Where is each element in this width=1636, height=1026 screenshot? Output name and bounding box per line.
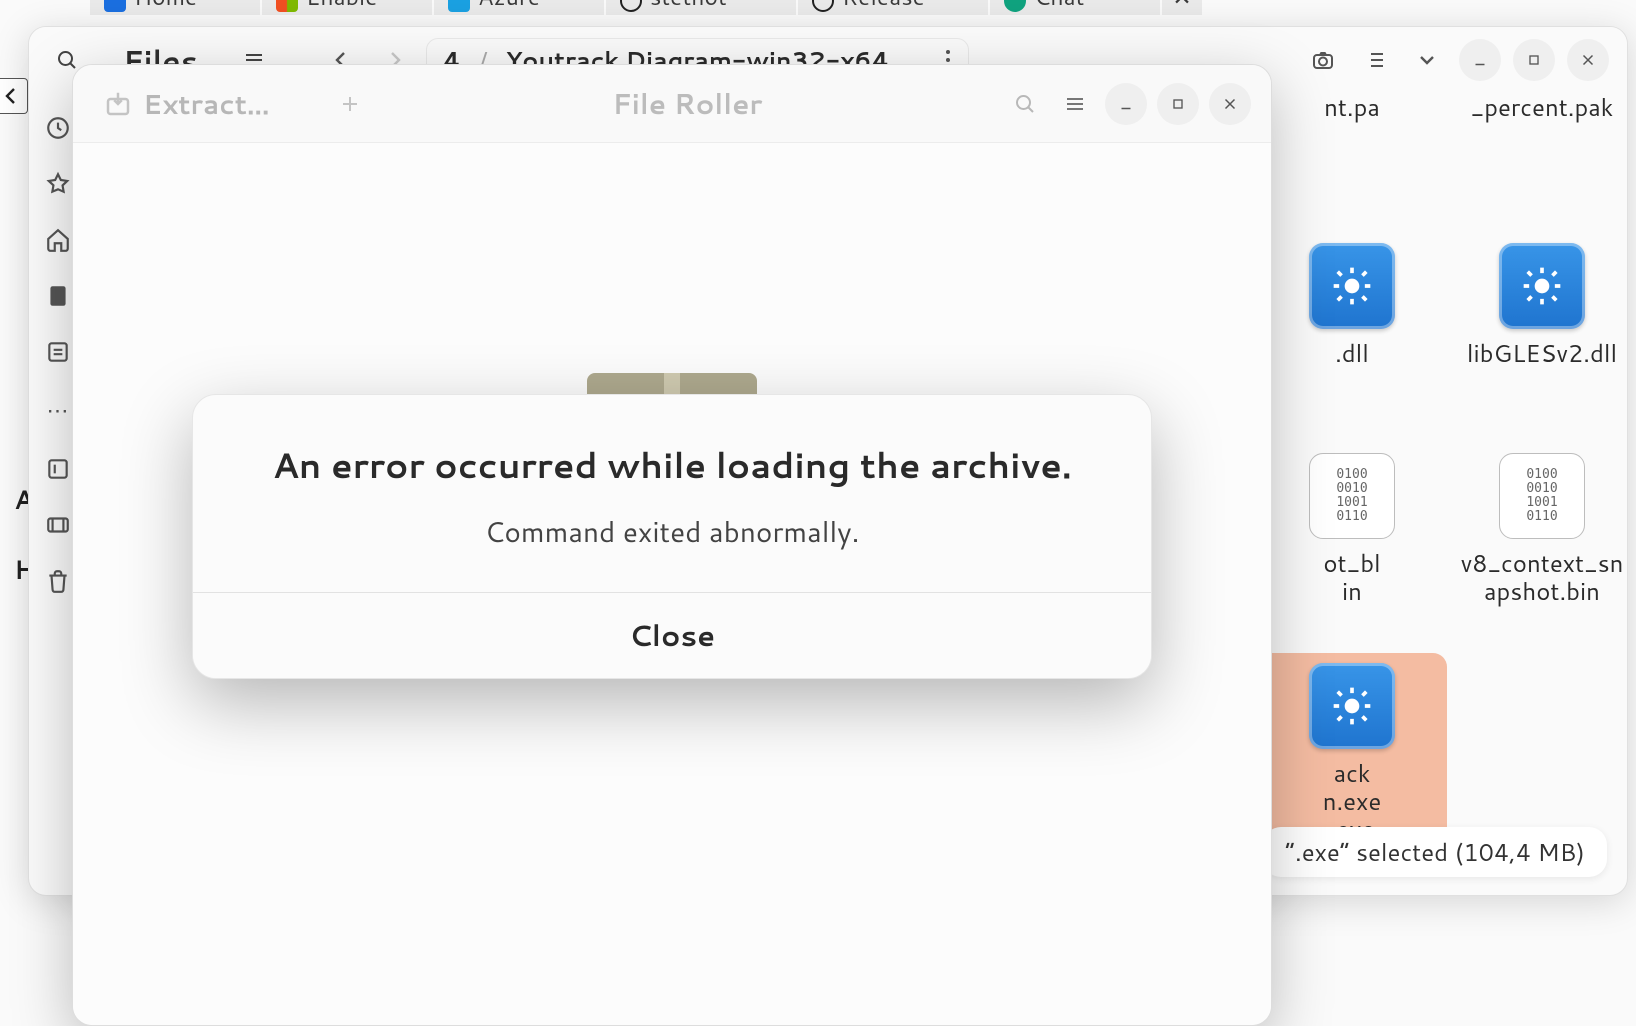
minimize-button[interactable] [1459, 39, 1501, 81]
back-nav-icon[interactable] [0, 78, 28, 114]
tab-label: Enable [306, 0, 378, 13]
tab-label: Release [842, 0, 925, 13]
gear-file-icon [1309, 243, 1395, 329]
file-item[interactable]: 0100 0010 1001 0110 v8_context_snapshot.… [1457, 453, 1627, 605]
file-item[interactable]: libGLESv2.dll [1457, 243, 1627, 367]
list-view-icon[interactable] [1355, 40, 1395, 80]
music-icon[interactable] [45, 456, 71, 482]
browser-tab[interactable]: stetnot [606, 0, 796, 15]
file-label: ot_bl in [1267, 549, 1437, 605]
tab-label: stetnot [650, 0, 727, 13]
recent-icon[interactable] [45, 115, 71, 141]
browser-tab[interactable]: Home · [90, 0, 260, 15]
chevron-down-icon[interactable] [1407, 40, 1447, 80]
file-item[interactable]: _percent.pak [1457, 93, 1627, 121]
binary-file-icon: 0100 0010 1001 0110 [1499, 453, 1585, 539]
ellipsis-icon[interactable]: ⋯ [47, 395, 69, 426]
tab-label: Chat [1034, 0, 1084, 13]
gear-file-icon [1499, 243, 1585, 329]
binary-file-icon: 0100 0010 1001 0110 [1309, 453, 1395, 539]
tab-close-icon[interactable]: ✕ [1162, 0, 1202, 15]
dialog-title: An error occurred while loading the arch… [233, 441, 1111, 490]
file-label: .dll [1267, 339, 1437, 367]
browser-tabstrip: Home · Enable Azure stetnot Release Chat… [0, 0, 1636, 15]
dialog-overlay: An error occurred while loading the arch… [72, 64, 1272, 1026]
documents-icon[interactable] [45, 283, 71, 309]
browser-tab[interactable]: Enable [262, 0, 432, 15]
browser-tab[interactable]: Chat [990, 0, 1160, 15]
tab-label: Home · [134, 0, 210, 13]
file-item[interactable]: .dll [1267, 243, 1437, 367]
home-icon[interactable] [45, 227, 71, 253]
file-label: _percent.pak [1457, 93, 1627, 121]
browser-tab[interactable]: Release [798, 0, 988, 15]
file-item[interactable]: 0100 0010 1001 0110 ot_bl in [1267, 453, 1437, 605]
file-item[interactable]: nt.pa [1267, 93, 1437, 121]
camera-icon[interactable] [1303, 40, 1343, 80]
selection-status: “.exe” selected (104,4 MB) [1263, 827, 1607, 877]
file-label: nt.pa [1267, 93, 1437, 121]
file-label: libGLESv2.dll [1457, 339, 1627, 367]
dialog-close-button[interactable]: Close [193, 593, 1151, 678]
error-dialog: An error occurred while loading the arch… [192, 394, 1152, 679]
downloads-icon[interactable] [45, 339, 71, 365]
trash-icon[interactable] [45, 568, 71, 594]
dialog-message: Command exited abnormally. [233, 512, 1111, 552]
gear-file-icon [1309, 663, 1395, 749]
browser-tab[interactable]: Azure [434, 0, 604, 15]
videos-icon[interactable] [45, 512, 71, 538]
close-button[interactable] [1567, 39, 1609, 81]
maximize-button[interactable] [1513, 39, 1555, 81]
tab-label: Azure [478, 0, 540, 13]
star-icon[interactable] [45, 171, 71, 197]
file-label: v8_context_snapshot.bin [1457, 549, 1627, 605]
